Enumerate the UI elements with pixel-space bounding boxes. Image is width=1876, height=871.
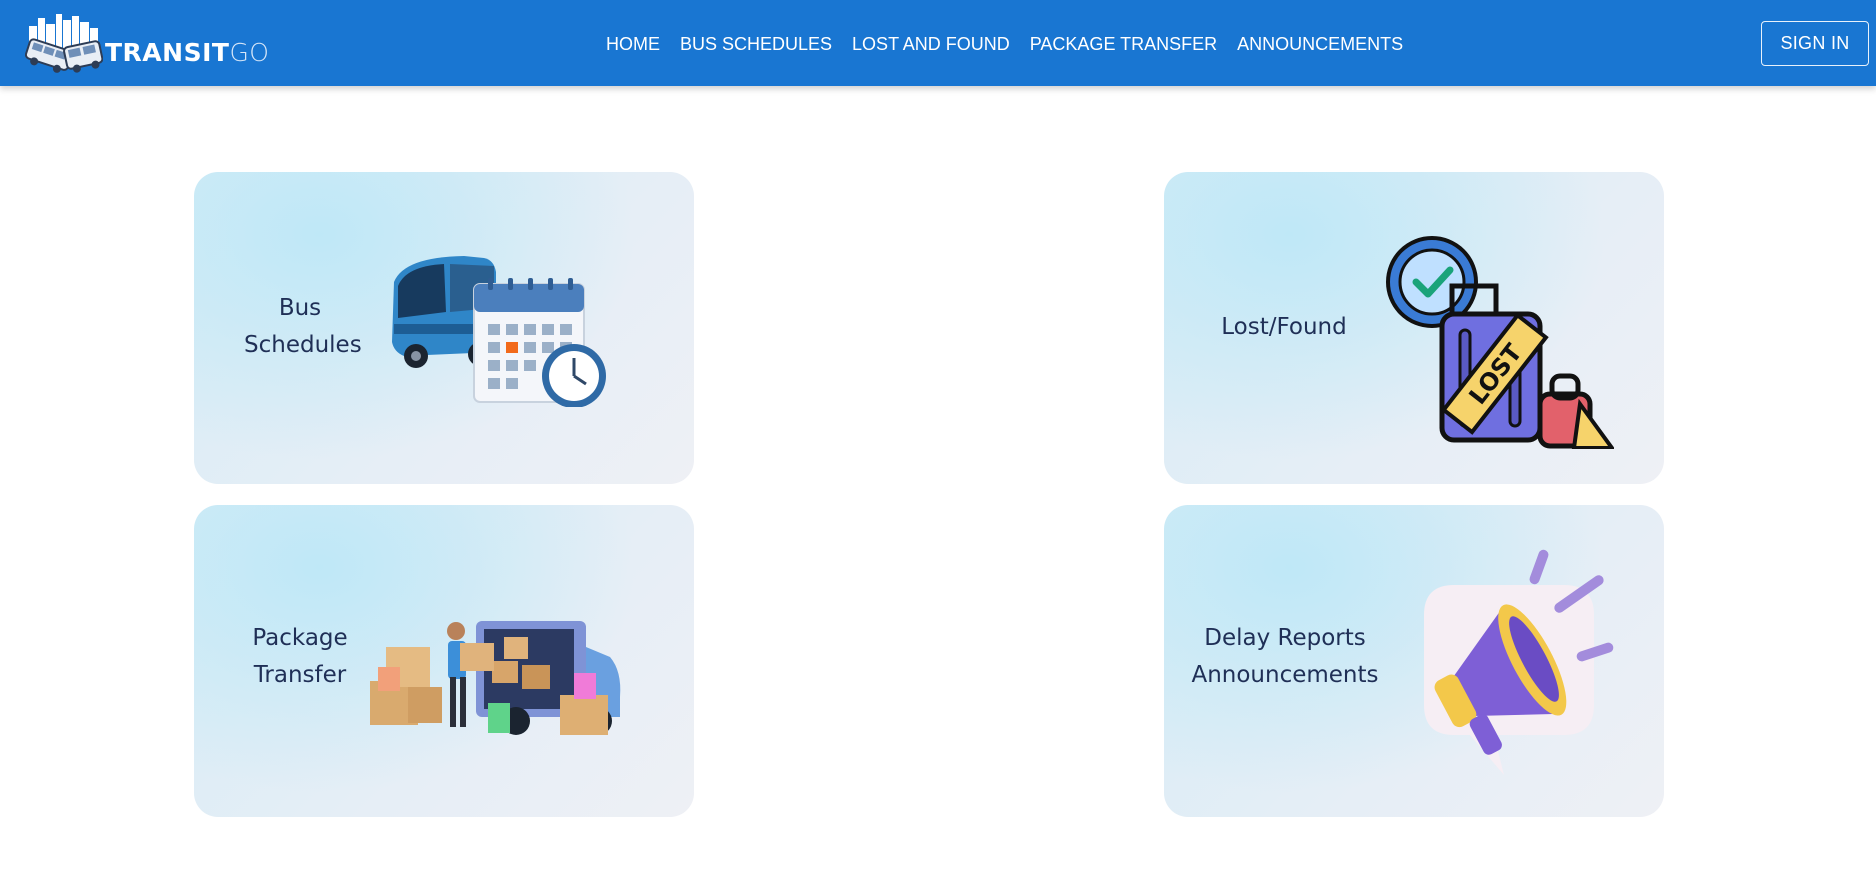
bus-schedule-icon xyxy=(392,256,606,407)
brand-logo[interactable]: TRANSITGO xyxy=(25,14,270,76)
nav-link-package-transfer[interactable]: PACKAGE TRANSFER xyxy=(1030,34,1217,55)
card-label-bus-schedules: Bus Schedules xyxy=(244,295,362,358)
nav-link-bus-schedules[interactable]: BUS SCHEDULES xyxy=(680,34,832,55)
card-lost-found[interactable]: Lost/Found LOST xyxy=(1164,172,1664,484)
lost-luggage-icon: LOST xyxy=(1386,236,1614,449)
megaphone-icon xyxy=(1424,549,1614,775)
package-delivery-icon xyxy=(370,621,621,735)
nav-link-announcements[interactable]: ANNOUNCEMENTS xyxy=(1237,34,1403,55)
brand-name-bold: TRANSIT xyxy=(105,37,230,67)
brand-name-light: GO xyxy=(229,37,270,67)
main-nav: HOME BUS SCHEDULES LOST AND FOUND PACKAG… xyxy=(606,30,1423,58)
card-package-transfer[interactable]: Package Transfer xyxy=(194,505,694,817)
brand-name: TRANSITGO xyxy=(105,38,270,67)
top-navbar: TRANSITGO HOME BUS SCHEDULES LOST AND FO… xyxy=(0,0,1876,86)
nav-link-lost-and-found[interactable]: LOST AND FOUND xyxy=(852,34,1010,55)
sign-in-button[interactable]: SIGN IN xyxy=(1761,21,1869,66)
card-label-package-transfer: Package Transfer xyxy=(252,625,348,688)
card-label-lost-found: Lost/Found xyxy=(1221,314,1347,340)
card-label-announcements: Delay Reports Announcements xyxy=(1191,625,1379,688)
card-bus-schedules[interactable]: Bus Schedules xyxy=(194,172,694,484)
card-announcements[interactable]: Delay Reports Announcements xyxy=(1164,505,1664,817)
nav-link-home[interactable]: HOME xyxy=(606,34,660,55)
city-bus-logo-icon xyxy=(25,14,103,73)
